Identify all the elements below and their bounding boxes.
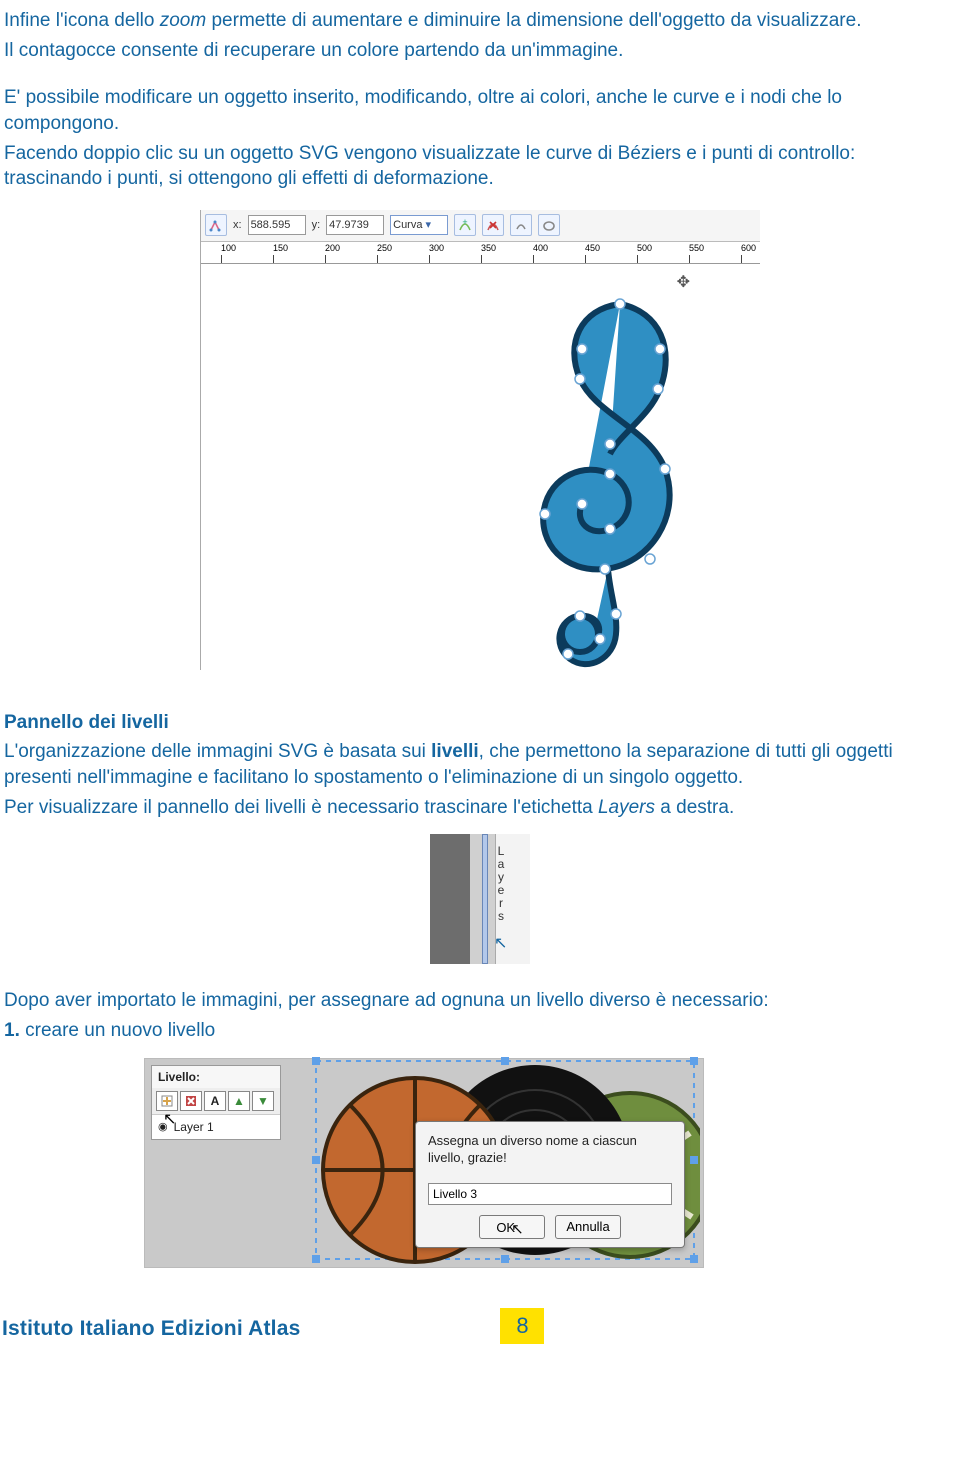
- ruler-tick: 200: [325, 242, 340, 254]
- segment-type-select[interactable]: Curva ▾: [390, 215, 448, 235]
- text: L'organizzazione delle immagini SVG è ba…: [4, 741, 431, 762]
- paragraph-4: Facendo doppio clic su un oggetto SVG ve…: [4, 141, 956, 192]
- node-tool-icon[interactable]: [205, 214, 227, 236]
- move-layer-up-button[interactable]: ▲: [228, 1091, 250, 1111]
- ruler-tick: 550: [689, 242, 704, 254]
- publisher-brand: Istituto Italiano Edizioni Atlas: [2, 1315, 300, 1343]
- delete-layer-button[interactable]: [180, 1091, 202, 1111]
- canvas-stage[interactable]: ✥: [201, 264, 760, 670]
- zoom-italic: zoom: [160, 10, 206, 31]
- paragraph-5: L'organizzazione delle immagini SVG è ba…: [4, 739, 956, 790]
- ruler-tick: 150: [273, 242, 288, 254]
- svg-text:+: +: [462, 218, 467, 227]
- x-value-field[interactable]: 588.595: [248, 215, 306, 235]
- move-layer-down-button[interactable]: ▼: [252, 1091, 274, 1111]
- step-num: 1.: [4, 1020, 20, 1041]
- ruler-tick: 100: [221, 242, 236, 254]
- ruler-tick: 250: [377, 242, 392, 254]
- x-label: x:: [233, 218, 242, 233]
- paragraph-6: Per visualizzare il pannello dei livelli…: [4, 795, 956, 821]
- layers-tab-label[interactable]: Layers: [494, 844, 507, 922]
- treble-clef-shape[interactable]: [510, 294, 720, 674]
- paragraph-7: Dopo aver importato le immagini, per ass…: [4, 988, 956, 1014]
- page-number: 8: [500, 1308, 544, 1344]
- cancel-button[interactable]: Annulla: [555, 1215, 621, 1239]
- ruler-tick: 300: [429, 242, 444, 254]
- layers-panel-header: Livello:: [152, 1066, 280, 1088]
- ruler-tick: 350: [481, 242, 496, 254]
- horizontal-ruler: 100 150 200 250 300 350 400 450 500 550 600: [201, 242, 760, 264]
- select-value: Curva: [393, 219, 422, 231]
- dialog-message: Assegna un diverso nome a ciascun livell…: [428, 1132, 672, 1167]
- delete-node-icon[interactable]: [482, 214, 504, 236]
- screenshot-layers-tab: Layers ↖: [430, 834, 530, 964]
- ok-button[interactable]: OK↖: [479, 1215, 545, 1239]
- layer-name-input[interactable]: [428, 1183, 672, 1205]
- open-path-icon[interactable]: [510, 214, 532, 236]
- ruler-tick: 400: [533, 242, 548, 254]
- livelli-bold: livelli: [431, 741, 479, 762]
- text: Infine l'icona dello: [4, 10, 160, 31]
- heading-strong: Pannello dei livelli: [4, 712, 169, 733]
- step-text: creare un nuovo livello: [20, 1020, 215, 1041]
- screenshot-node-editor: x: 588.595 y: 47.9739 Curva ▾ + 100 150 20…: [200, 210, 760, 670]
- ruler-tick: 450: [585, 242, 600, 254]
- page-footer: Istituto Italiano Edizioni Atlas 8: [0, 1308, 960, 1354]
- pointer-cursor-icon: ↖: [163, 1109, 176, 1131]
- close-path-icon[interactable]: [538, 214, 560, 236]
- node-editor-toolbar: x: 588.595 y: 47.9739 Curva ▾ +: [201, 210, 760, 242]
- paragraph-3: E' possibile modificare un oggetto inser…: [4, 85, 956, 136]
- ruler-tick: 500: [637, 242, 652, 254]
- pointer-cursor-icon: ↖: [511, 1221, 524, 1238]
- ruler-tick: 600: [741, 242, 756, 254]
- paragraph-2: Il contagocce consente di recuperare un …: [4, 38, 956, 64]
- paragraph-1: Infine l'icona dello zoom permette di au…: [4, 8, 956, 34]
- chevron-down-icon: ▾: [426, 219, 432, 231]
- step-1: 1. creare un nuovo livello: [4, 1018, 956, 1044]
- new-layer-dialog: Assegna un diverso nome a ciascun livell…: [415, 1121, 685, 1248]
- text: permette di aumentare e diminuire la dim…: [206, 10, 861, 31]
- screenshot-new-layer-dialog: Livello: A ▲ ▼ ◉ Layer 1 ↖: [144, 1058, 704, 1268]
- y-label: y:: [312, 218, 321, 233]
- rename-layer-button[interactable]: A: [204, 1091, 226, 1111]
- pointer-cursor-icon: ↖: [494, 933, 507, 955]
- y-value-field[interactable]: 47.9739: [326, 215, 384, 235]
- text: Per visualizzare il pannello dei livelli…: [4, 797, 598, 818]
- layers-italic: Layers: [598, 797, 655, 818]
- move-cursor-icon: ✥: [677, 272, 690, 294]
- text: a destra.: [655, 797, 734, 818]
- add-node-icon[interactable]: +: [454, 214, 476, 236]
- panel-splitter[interactable]: [482, 834, 488, 964]
- canvas-grey-area: [430, 834, 470, 964]
- heading-pannello: Pannello dei livelli: [4, 710, 956, 736]
- layer-name: Layer 1: [174, 1119, 214, 1135]
